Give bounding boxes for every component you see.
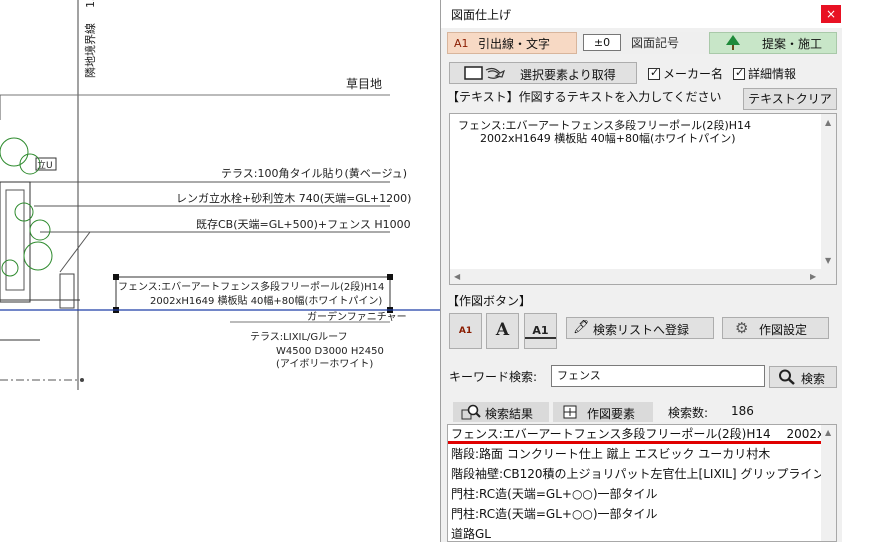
search-button[interactable]: 検索 [769, 366, 837, 388]
get-from-selection-label: 選択要素より取得 [520, 68, 616, 82]
search-result-list[interactable]: フェンス:エバーアートフェンス多段フリーポール(2段)H14 2002xH164… [447, 424, 837, 542]
panel-title-bar[interactable]: 図面仕上げ × [441, 0, 843, 28]
leader-line-icon: A1 [458, 326, 473, 336]
text-a-icon: A [495, 320, 510, 340]
brick-post-label: レンガ立水栓+砂利笠木 740(天端=GL+1200) [176, 191, 411, 205]
terrace-size-label: W4500 D3000 H2450 [276, 346, 384, 357]
close-icon: × [825, 7, 837, 21]
boundary-label: 隣地境界線 [83, 23, 97, 78]
text-clear-button[interactable]: テキストクリア [743, 88, 837, 110]
search-results-label: 検索結果 [485, 407, 534, 421]
scroll-right-icon[interactable]: ▶ [810, 272, 816, 281]
tab-drawing-symbol[interactable]: ±0 図面記号 [581, 32, 716, 54]
cad-drawing-canvas[interactable]: 隣地境界線 13 草目地 テラス:100角タイル貼り(黄ベージュ) レンガ立水栓… [0, 0, 440, 542]
tab-proposal-construction[interactable]: 提案・施工 [709, 32, 837, 54]
detail-info-checkbox[interactable]: 詳細情報 [733, 65, 796, 82]
detail-info-label: 詳細情報 [748, 67, 797, 81]
terrace-lixil-label: テラス:LIXIL/Gルーフ [250, 331, 348, 343]
scroll-left-icon[interactable]: ◀ [454, 272, 460, 281]
tab-leader-label: 引出線・文字 [478, 37, 551, 51]
maker-check-icon [648, 66, 660, 80]
result-count-value: 186 [731, 404, 754, 418]
framed-text-button[interactable]: A1 [524, 313, 557, 349]
background-strip [842, 0, 872, 542]
tab-proposal-label: 提案・施工 [762, 37, 823, 51]
close-button[interactable]: × [821, 5, 841, 23]
list-item[interactable]: 階段袖壁:CB120積の上ジョリパット左官仕上[LIXIL] グリップライン 埋 [451, 465, 821, 485]
tab-leader-text[interactable]: A1 引出線・文字 [447, 32, 577, 54]
text-line-2: 2002xH1649 横板貼 40幅+80幅(ホワイトパイン) [480, 132, 736, 145]
terrace-tile-label: テラス:100角タイル貼り(黄ベージュ) [221, 166, 407, 180]
leader-arrow-icon: A1 [454, 37, 469, 50]
draw-settings-button[interactable]: ⚙ 作図設定 [722, 317, 829, 339]
boundary-number: 13 [84, 0, 97, 8]
detail-check-icon [733, 66, 745, 80]
text-input-area[interactable]: フェンス:エバーアートフェンス多段フリーポール(2段)H14 2002xH164… [449, 113, 837, 285]
maker-name-label: メーカー名 [663, 67, 724, 81]
draw-section-label: 【作図ボタン】 [447, 294, 532, 308]
keyword-search-label: キーワード検索: [449, 370, 538, 384]
list-item[interactable]: 門柱:RC造(天端=GL+○○)一部タイル [451, 505, 821, 525]
result-vertical-scrollbar[interactable]: ▲ [821, 425, 836, 541]
select-rectangle-icon [464, 66, 506, 80]
small-box-label: 立U [37, 159, 53, 171]
tree-icon [726, 35, 740, 50]
tab-symbol-label: 図面記号 [631, 36, 680, 50]
search-icon [779, 369, 795, 385]
text-button[interactable]: A [486, 313, 519, 349]
tab-search-results[interactable]: 検索結果 [453, 402, 549, 422]
list-item[interactable]: 道路GL [451, 525, 821, 541]
panel-title: 図面仕上げ [451, 8, 512, 22]
tab-drawing-elements[interactable]: 作図要素 [553, 402, 653, 422]
keyword-search-input[interactable]: フェンス [551, 365, 765, 387]
draw-settings-label: 作図設定 [759, 323, 808, 337]
drawing-finish-panel: 図面仕上げ × A1 引出線・文字 ±0 図面記号 提案・施工 選択要素より取得… [440, 0, 843, 542]
scroll-up-icon[interactable]: ▲ [825, 118, 831, 127]
garden-furniture-label: ガーデンファニチャー [307, 310, 407, 323]
leader-line-button[interactable]: A1 [449, 313, 482, 349]
terrace-color-label: (アイボリーホワイト) [276, 358, 373, 370]
list-item[interactable]: 門柱:RC造(天端=GL+○○)一部タイル [451, 485, 821, 505]
maker-name-checkbox[interactable]: メーカー名 [648, 65, 723, 82]
register-search-list-button[interactable]: 🖊 検索リストへ登録 [566, 317, 714, 339]
text-section-label: 【テキスト】作図するテキストを入力してください [447, 90, 722, 104]
existing-cb-label: 既存CB(天端=GL+500)+フェンス H1000 [196, 217, 411, 231]
get-from-selection-button[interactable]: 選択要素より取得 [449, 62, 637, 84]
grass-label: 草目地 [346, 77, 382, 91]
drawing-elements-label: 作図要素 [587, 407, 636, 421]
save-pen-icon: 🖊 [573, 320, 590, 335]
fence-label-line2: 2002xH1649 横板貼 40幅+80幅(ホワイトパイン) [150, 294, 382, 307]
gear-icon: ⚙ [735, 319, 749, 337]
level-symbol-icon: ±0 [583, 34, 621, 51]
scroll-down-icon[interactable]: ▼ [825, 256, 831, 265]
search-label: 検索 [801, 372, 826, 386]
selection-underline [448, 441, 822, 444]
register-label: 検索リストへ登録 [593, 323, 690, 337]
result-scroll-up-icon[interactable]: ▲ [825, 428, 831, 437]
list-item[interactable]: 階段:路面 コンクリート仕上 蹴上 エスビック ユーカリ村木 [451, 445, 821, 465]
search-results-icon [461, 404, 481, 420]
framed-text-icon: A1 [525, 324, 556, 339]
text-vertical-scrollbar[interactable]: ▲ ▼ [821, 114, 836, 284]
text-horizontal-scrollbar[interactable]: ◀ ▶ [450, 269, 823, 284]
grid-element-icon [563, 405, 577, 419]
result-count-label: 検索数: [668, 406, 709, 420]
fence-label-line1: フェンス:エバーアートフェンス多段フリーポール(2段)H14 [118, 280, 384, 293]
